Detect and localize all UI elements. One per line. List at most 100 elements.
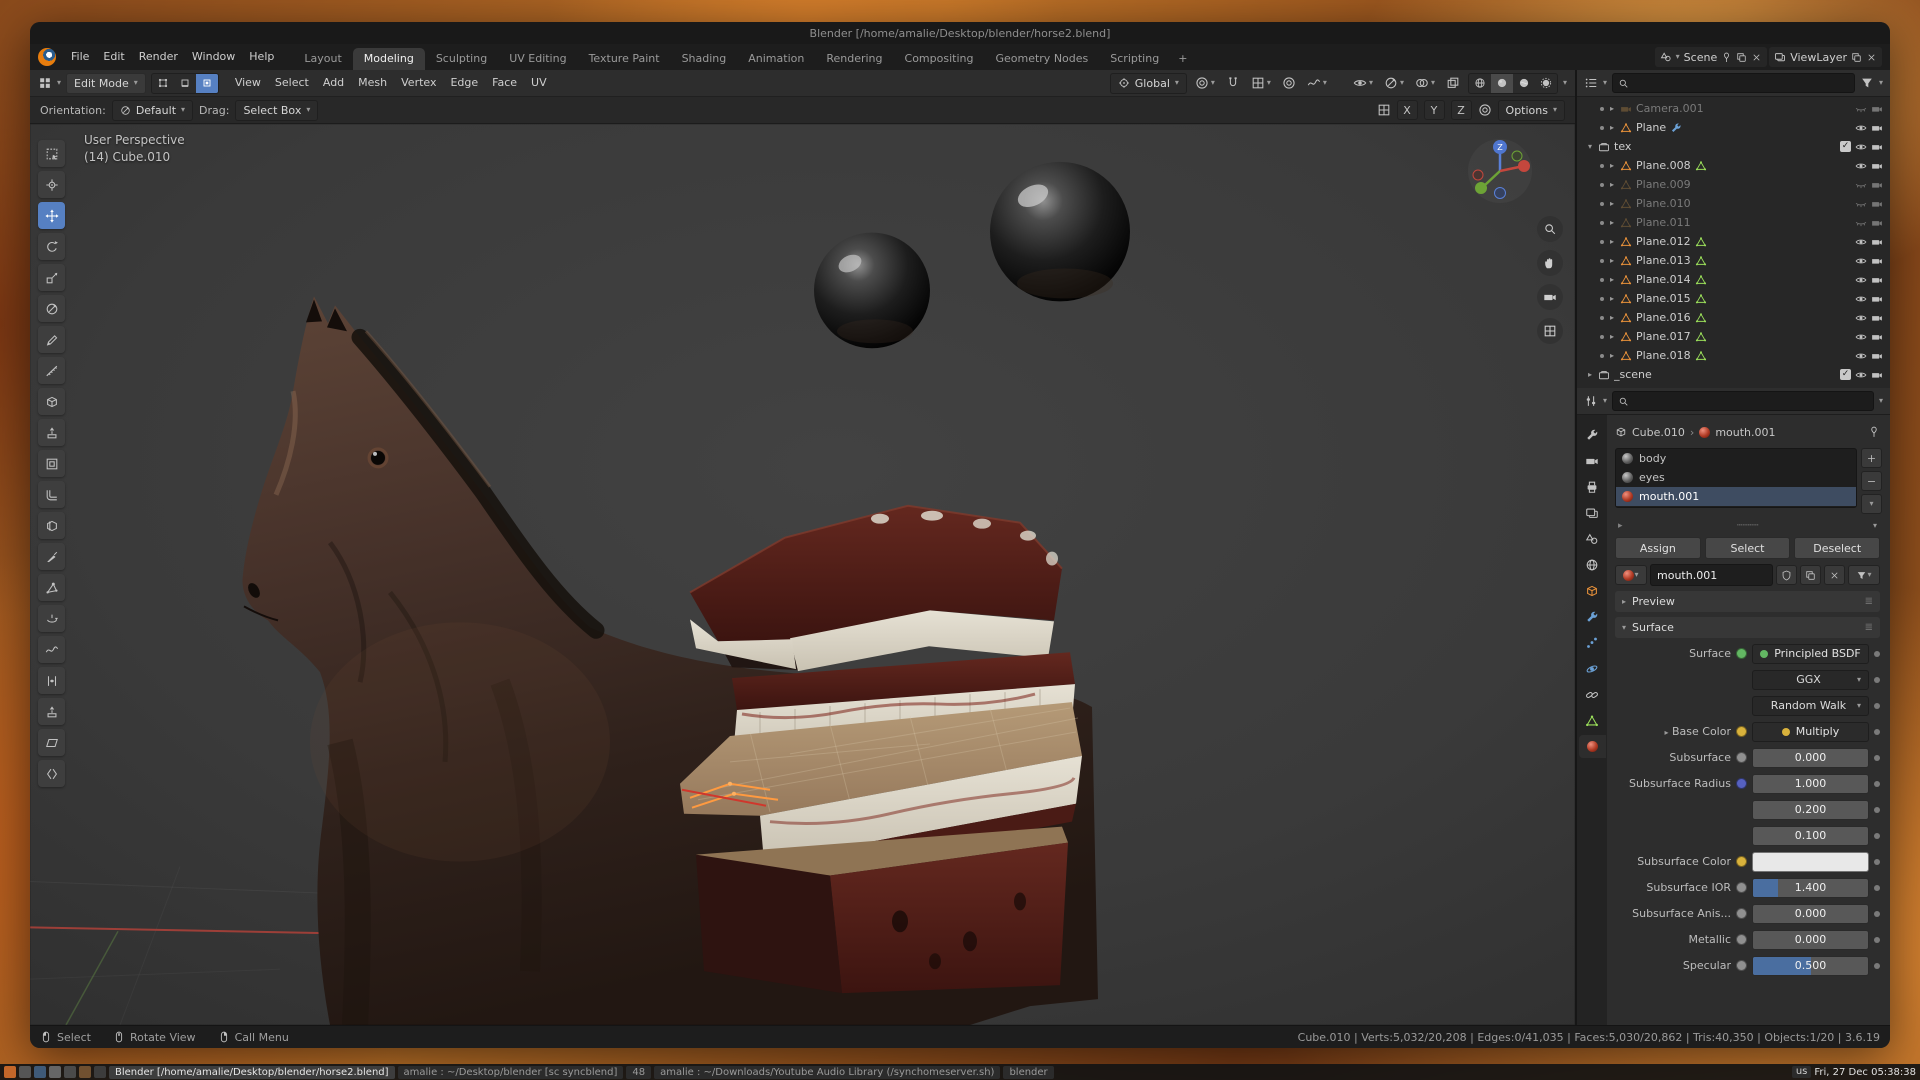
outliner-editor-icon[interactable] bbox=[1584, 76, 1598, 90]
tool-button[interactable] bbox=[38, 264, 65, 291]
layered-dessert-mesh[interactable] bbox=[680, 506, 1082, 993]
animate-decorator[interactable] bbox=[1874, 677, 1880, 683]
filter-icon[interactable] bbox=[1860, 76, 1874, 90]
workspace-tab[interactable]: Texture Paint bbox=[578, 48, 671, 70]
unlink-material-button[interactable] bbox=[1824, 565, 1845, 585]
disclosure-arrow[interactable]: ▸ bbox=[1608, 199, 1616, 208]
workspace-tab[interactable]: Modeling bbox=[353, 48, 425, 70]
disclosure-arrow[interactable]: ▸ bbox=[1608, 256, 1616, 265]
disable-render-toggle[interactable] bbox=[1871, 236, 1883, 248]
viewport-menu-item[interactable]: Vertex bbox=[394, 73, 443, 93]
remove-slot-button[interactable] bbox=[1861, 471, 1882, 491]
xray-toggle[interactable] bbox=[1443, 74, 1463, 93]
hide-viewport-toggle[interactable] bbox=[1855, 179, 1867, 191]
chevron-down-icon[interactable]: ▾ bbox=[1879, 79, 1883, 87]
disable-render-toggle[interactable] bbox=[1871, 331, 1883, 343]
workspace-tab[interactable]: Scripting bbox=[1099, 48, 1170, 70]
distribution-dropdown[interactable]: GGX▾ bbox=[1752, 670, 1869, 690]
disable-render-toggle[interactable] bbox=[1871, 350, 1883, 362]
snap-toggle[interactable] bbox=[1223, 74, 1243, 93]
chevron-down-icon[interactable]: ▾ bbox=[1879, 397, 1883, 405]
tool-button[interactable] bbox=[38, 760, 65, 787]
tool-button[interactable] bbox=[38, 605, 65, 632]
zoom-button[interactable] bbox=[1537, 216, 1563, 242]
snap-options-icon[interactable] bbox=[1478, 103, 1492, 117]
hide-viewport-toggle[interactable] bbox=[1855, 369, 1867, 381]
viewport-menu-item[interactable]: Edge bbox=[443, 73, 485, 93]
taskbar-window-button[interactable]: Blender [/home/amalie/Desktop/blender/ho… bbox=[109, 1066, 395, 1079]
outliner-row[interactable]: ▸ Plane.009 bbox=[1577, 175, 1890, 194]
tab-physics[interactable] bbox=[1579, 657, 1606, 680]
wireframe-shading-button[interactable] bbox=[1469, 74, 1491, 93]
disclosure-arrow[interactable]: ▸ bbox=[1608, 180, 1616, 189]
tab-object-data[interactable] bbox=[1579, 709, 1606, 732]
tool-button[interactable] bbox=[38, 295, 65, 322]
workspace-tab[interactable]: Layout bbox=[293, 48, 352, 70]
rendered-shading-button[interactable] bbox=[1535, 74, 1557, 93]
sss-method-dropdown[interactable]: Random Walk▾ bbox=[1752, 696, 1869, 716]
collection-checkbox[interactable]: ✓ bbox=[1840, 141, 1851, 152]
hide-viewport-toggle[interactable] bbox=[1855, 312, 1867, 324]
workspace-tab[interactable]: Animation bbox=[737, 48, 815, 70]
outliner-row[interactable]: ▸ Plane.016 bbox=[1577, 308, 1890, 327]
mirror-y-toggle[interactable]: Y bbox=[1424, 100, 1445, 120]
menu-item[interactable]: File bbox=[64, 47, 96, 67]
new-material-button[interactable] bbox=[1800, 565, 1821, 585]
animate-decorator[interactable] bbox=[1874, 911, 1880, 917]
pivot-point-button[interactable]: ▾ bbox=[1192, 74, 1218, 93]
tab-modifiers[interactable] bbox=[1579, 605, 1606, 628]
disclosure-arrow[interactable]: ▸ bbox=[1608, 313, 1616, 322]
menu-item[interactable]: Render bbox=[132, 47, 185, 67]
animate-decorator[interactable] bbox=[1874, 755, 1880, 761]
taskbar-window-button[interactable]: 48 bbox=[626, 1066, 651, 1079]
tool-button[interactable] bbox=[38, 419, 65, 446]
outliner-search[interactable] bbox=[1612, 73, 1855, 93]
object-visibility-dropdown[interactable]: ▾ bbox=[1350, 74, 1376, 93]
animate-decorator[interactable] bbox=[1874, 937, 1880, 943]
disable-render-toggle[interactable] bbox=[1871, 293, 1883, 305]
pan-button[interactable] bbox=[1537, 250, 1563, 276]
chevron-down-icon[interactable]: ▾ bbox=[1563, 79, 1567, 87]
disable-render-toggle[interactable] bbox=[1871, 255, 1883, 267]
taskbar-launcher-icon[interactable] bbox=[49, 1066, 61, 1078]
subsurface-ior-slider[interactable]: 1.400 bbox=[1752, 878, 1869, 898]
add-slot-button[interactable] bbox=[1861, 448, 1882, 468]
hide-viewport-toggle[interactable] bbox=[1855, 350, 1867, 362]
keyboard-layout-indicator[interactable]: us bbox=[1792, 1066, 1812, 1078]
taskbar-launcher-icon[interactable] bbox=[4, 1066, 16, 1078]
taskbar-window-button[interactable]: amalie : ~/Desktop/blender [sc syncblend… bbox=[398, 1066, 624, 1079]
workspace-tab[interactable]: Rendering bbox=[815, 48, 893, 70]
taskbar-launcher-icon[interactable] bbox=[19, 1066, 31, 1078]
overlays-dropdown[interactable]: ▾ bbox=[1412, 74, 1438, 93]
workspace-tab[interactable]: Sculpting bbox=[425, 48, 498, 70]
browse-material-button[interactable]: ▾ bbox=[1615, 565, 1647, 585]
disable-render-toggle[interactable] bbox=[1871, 312, 1883, 324]
tab-material[interactable] bbox=[1579, 735, 1606, 758]
subsurface-color-swatch[interactable] bbox=[1752, 852, 1869, 872]
negative-y-handle[interactable] bbox=[1512, 151, 1522, 161]
taskbar-window-button[interactable]: amalie : ~/Downloads/Youtube Audio Libra… bbox=[654, 1066, 1000, 1079]
radius-y-field[interactable]: 0.200 bbox=[1752, 800, 1869, 820]
assign-button[interactable]: Assign bbox=[1615, 537, 1701, 559]
animate-decorator[interactable] bbox=[1874, 833, 1880, 839]
radius-z-field[interactable]: 0.100 bbox=[1752, 826, 1869, 846]
breadcrumb-material[interactable]: mouth.001 bbox=[1715, 426, 1775, 439]
disable-render-toggle[interactable] bbox=[1871, 369, 1883, 381]
taskbar-launcher-icon[interactable] bbox=[79, 1066, 91, 1078]
remove-viewlayer-icon[interactable] bbox=[1866, 52, 1877, 63]
tool-button[interactable] bbox=[38, 171, 65, 198]
outliner-row[interactable]: ▸ Plane.013 bbox=[1577, 251, 1890, 270]
disclosure-arrow[interactable]: ▸ bbox=[1608, 275, 1616, 284]
material-slot[interactable]: body bbox=[1616, 449, 1856, 468]
tab-object[interactable] bbox=[1579, 579, 1606, 602]
viewport-menu-item[interactable]: UV bbox=[524, 73, 554, 93]
tool-button[interactable] bbox=[38, 233, 65, 260]
hide-viewport-toggle[interactable] bbox=[1855, 122, 1867, 134]
viewport-menu-item[interactable]: View bbox=[228, 73, 268, 93]
disclosure-arrow[interactable]: ▸ bbox=[1608, 123, 1616, 132]
outliner-row[interactable]: ▸ Plane bbox=[1577, 118, 1890, 137]
eye-sphere-large[interactable] bbox=[990, 162, 1130, 302]
subsurface-slider[interactable]: 0.000 bbox=[1752, 748, 1869, 768]
options-dropdown[interactable]: Options ▾ bbox=[1498, 100, 1565, 121]
tool-button[interactable] bbox=[38, 698, 65, 725]
